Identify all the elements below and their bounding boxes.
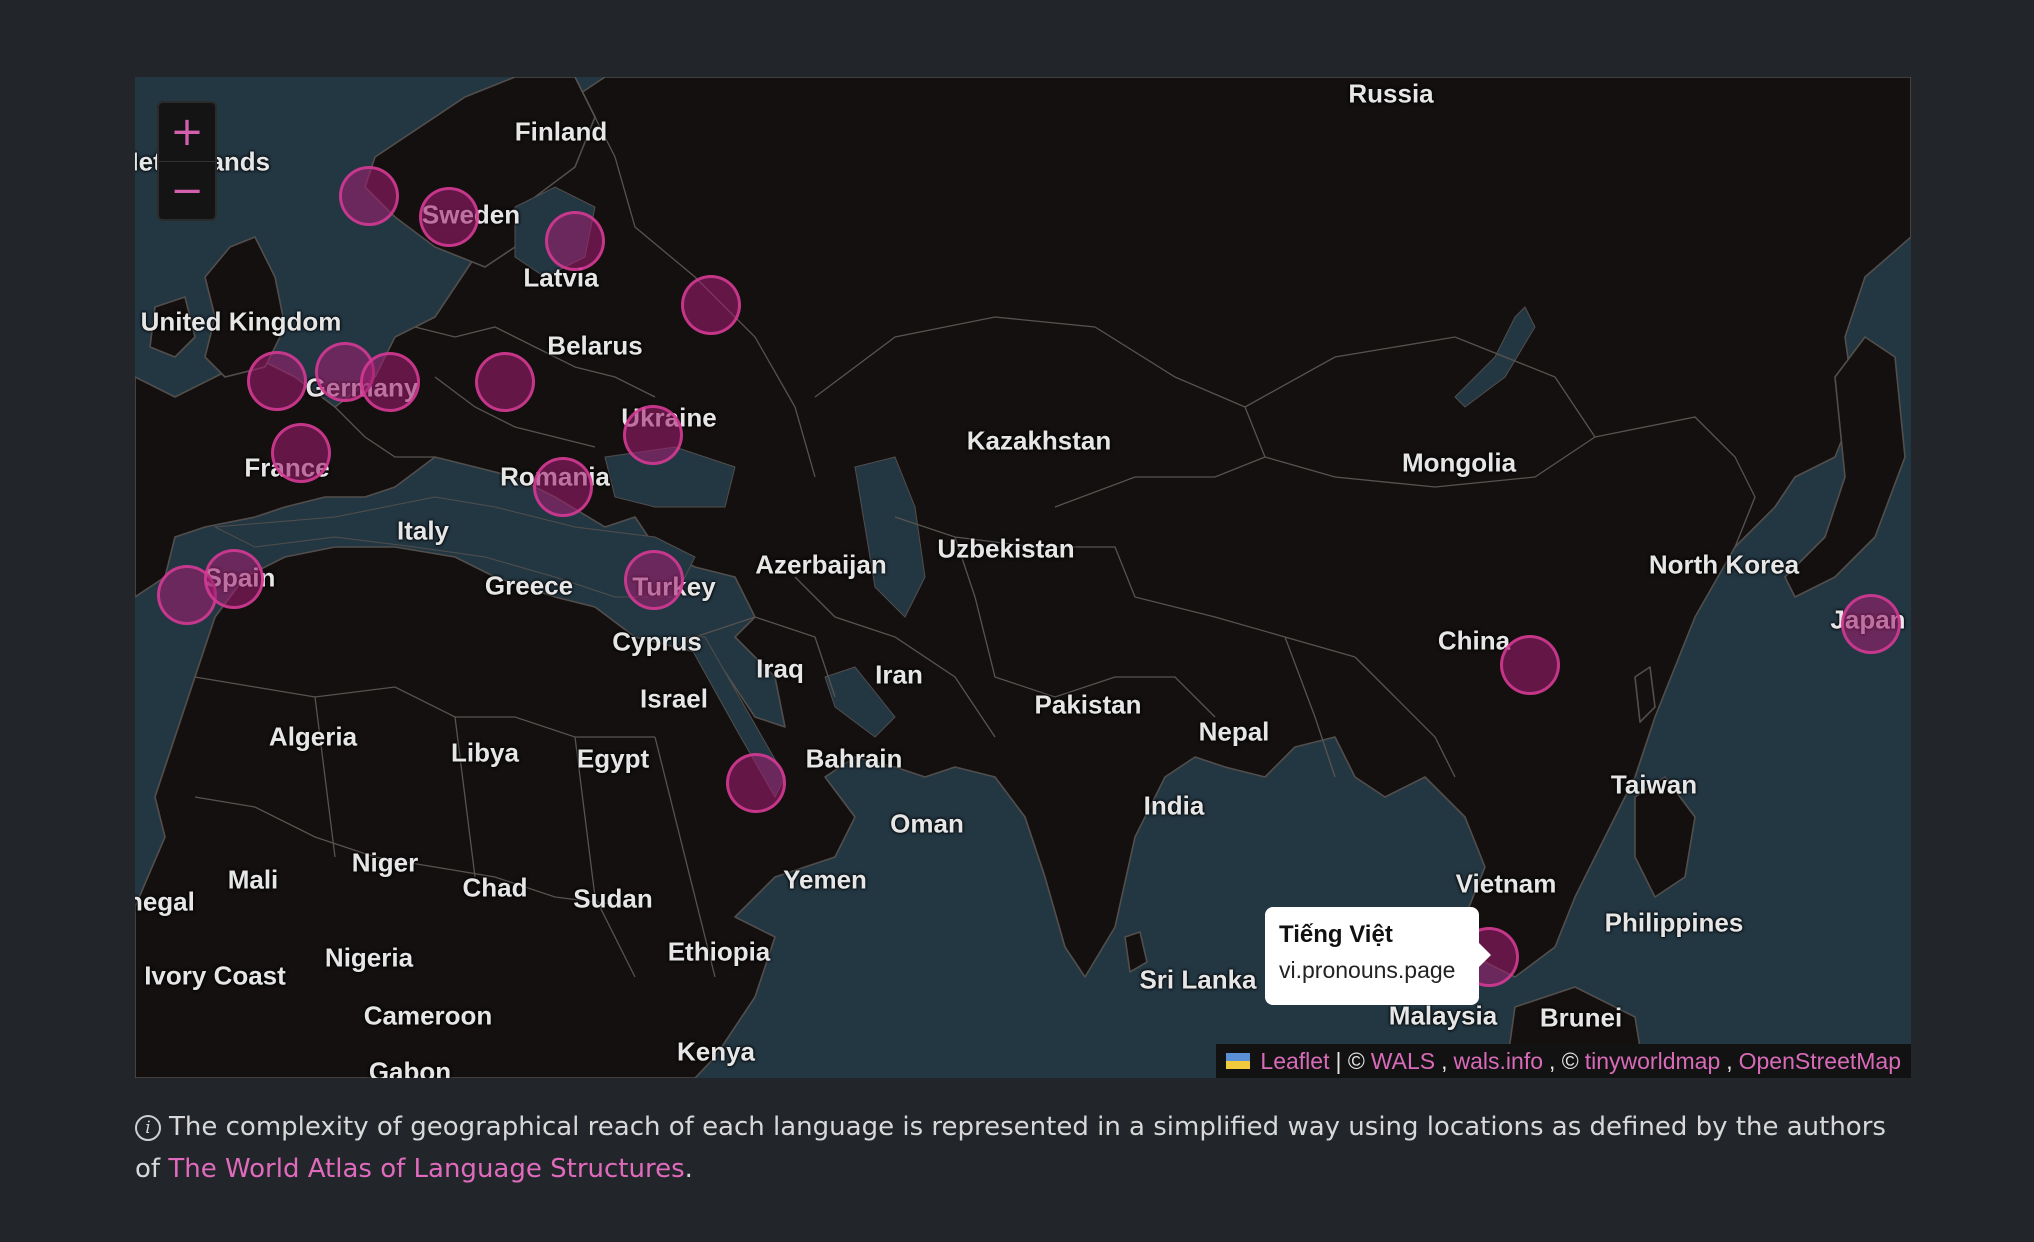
language-marker[interactable]: [271, 423, 331, 483]
zoom-out-button[interactable]: −: [159, 161, 215, 219]
language-marker[interactable]: [475, 352, 535, 412]
language-marker[interactable]: [1500, 635, 1560, 695]
map-tiles: [135, 77, 1911, 1078]
zoom-control: + −: [157, 101, 217, 221]
landmass-ireland: [149, 296, 196, 358]
ukraine-flag-icon: [1226, 1053, 1251, 1069]
marker-popup: Tiếng Việt vi.pronouns.page: [1265, 907, 1491, 1005]
map-container[interactable]: RussiaFinlandNetherlandsSwedenLatviaUnit…: [135, 77, 1911, 1078]
map-note: i The complexity of geographical reach of…: [135, 1106, 1915, 1190]
language-marker[interactable]: [533, 457, 593, 517]
language-marker[interactable]: [681, 275, 741, 335]
leaflet-link[interactable]: Leaflet: [1260, 1048, 1329, 1075]
popup-title: Tiếng Việt: [1279, 921, 1393, 948]
attribution-comma: ,: [1441, 1047, 1448, 1074]
wals-atlas-link[interactable]: The World Atlas of Language Structures: [168, 1154, 684, 1184]
language-marker[interactable]: [623, 405, 683, 465]
language-marker[interactable]: [360, 352, 420, 412]
language-marker[interactable]: [726, 753, 786, 813]
map-attribution: Leaflet | © WALS, wals.info, © tinyworld…: [1216, 1044, 1911, 1078]
note-end: .: [684, 1154, 693, 1184]
info-icon: i: [135, 1115, 161, 1141]
wals-link[interactable]: WALS: [1371, 1048, 1435, 1075]
landmass-sri-lanka: [1124, 931, 1148, 973]
popup-subtitle: vi.pronouns.page: [1279, 957, 1456, 983]
zoom-in-button[interactable]: +: [159, 103, 215, 161]
language-marker[interactable]: [419, 187, 479, 247]
landmass-philippines: [1634, 776, 1696, 898]
tinyworldmap-link[interactable]: tinyworldmap: [1585, 1048, 1721, 1075]
attribution-comma: ,: [1726, 1047, 1733, 1074]
landmass-eurasia-africa: [135, 77, 1911, 1078]
attribution-separator: | ©: [1335, 1047, 1365, 1074]
attribution-separator: , ©: [1549, 1047, 1579, 1074]
language-marker[interactable]: [624, 550, 684, 610]
language-marker[interactable]: [204, 549, 264, 609]
language-marker[interactable]: [247, 351, 307, 411]
wals-info-link[interactable]: wals.info: [1454, 1048, 1543, 1075]
openstreetmap-link[interactable]: OpenStreetMap: [1739, 1048, 1901, 1075]
language-marker[interactable]: [1841, 594, 1901, 654]
language-marker[interactable]: [339, 166, 399, 226]
language-marker[interactable]: [545, 211, 605, 271]
